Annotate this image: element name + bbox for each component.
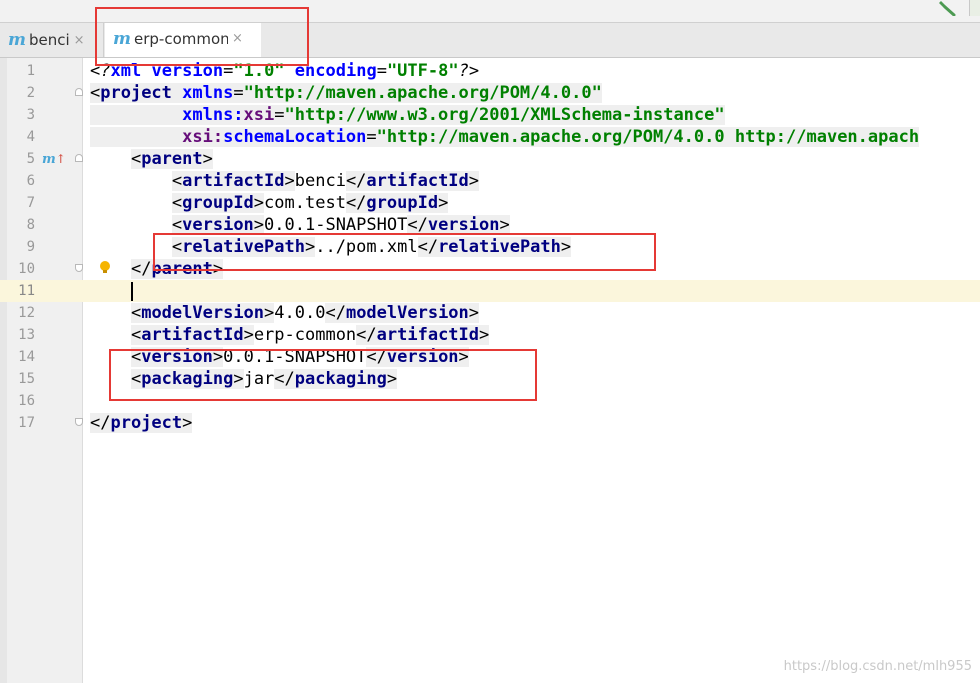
watermark: https://blog.csdn.net/mlh955 — [783, 659, 972, 674]
line-number: 9 — [26, 239, 35, 255]
line-number: 13 — [18, 327, 35, 343]
code-line: 12 <modelVersion>4.0.0</modelVersion> — [0, 302, 980, 324]
code-line: 13 <artifactId>erp-common</artifactId> — [0, 324, 980, 346]
current-code-line: 11 — [0, 280, 980, 302]
code-text[interactable]: <artifactId>erp-common</artifactId> — [90, 324, 490, 346]
code-text[interactable]: <groupId>com.test</groupId> — [90, 192, 449, 214]
code-line: 2 <project xmlns="http://maven.apache.or… — [0, 82, 980, 104]
line-number: 4 — [26, 129, 35, 145]
line-number: 3 — [26, 107, 35, 123]
line-number: 11 — [18, 283, 35, 299]
line-number: 7 — [26, 195, 35, 211]
fold-marker-icon[interactable] — [75, 418, 83, 426]
line-number: 2 — [26, 85, 35, 101]
code-line: 17 </project> — [0, 412, 980, 434]
close-icon[interactable]: × — [74, 33, 85, 48]
code-text[interactable]: <project xmlns="http://maven.apache.org/… — [90, 82, 602, 104]
line-number: 5 — [26, 151, 35, 167]
line-number: 12 — [18, 305, 35, 321]
annotation-box-version-packaging — [109, 349, 537, 401]
line-number: 1 — [26, 63, 35, 79]
code-text[interactable]: xsi:schemaLocation="http://maven.apache.… — [90, 126, 920, 148]
overrides-parent-icon[interactable]: m↑ — [42, 148, 66, 171]
line-number: 8 — [26, 217, 35, 233]
line-number: 16 — [18, 393, 35, 409]
code-text[interactable]: xmlns:xsi="http://www.w3.org/2001/XMLSch… — [90, 104, 725, 126]
tab-benci[interactable]: m benci × — [0, 23, 104, 57]
code-text[interactable]: <artifactId>benci</artifactId> — [90, 170, 480, 192]
code-text[interactable]: <modelVersion>4.0.0</modelVersion> — [90, 302, 480, 324]
fold-marker-icon[interactable] — [75, 88, 83, 96]
annotation-box-tab — [95, 7, 309, 66]
line-number: 15 — [18, 371, 35, 387]
code-line: 5 m↑ <parent> — [0, 148, 980, 170]
code-line: 7 <groupId>com.test</groupId> — [0, 192, 980, 214]
code-line: 6 <artifactId>benci</artifactId> — [0, 170, 980, 192]
fold-marker-icon[interactable] — [75, 154, 83, 162]
code-text[interactable]: </project> — [90, 412, 193, 434]
code-line: 3 xmlns:xsi="http://www.w3.org/2001/XMLS… — [0, 104, 980, 126]
line-number: 14 — [18, 349, 35, 365]
text-cursor — [130, 281, 133, 301]
run-config-icon[interactable] — [969, 0, 980, 16]
code-text[interactable] — [90, 280, 133, 302]
code-text[interactable]: <parent> — [90, 148, 213, 170]
line-number: 17 — [18, 415, 35, 431]
build-hammer-icon[interactable] — [938, 0, 956, 16]
fold-marker-icon[interactable] — [75, 264, 83, 272]
tab-label: benci — [29, 31, 70, 49]
code-line: 4 xsi:schemaLocation="http://maven.apach… — [0, 126, 980, 148]
annotation-box-relativepath — [153, 233, 656, 271]
line-number: 10 — [18, 261, 35, 277]
line-number: 6 — [26, 173, 35, 189]
maven-m-icon: m — [8, 30, 26, 50]
